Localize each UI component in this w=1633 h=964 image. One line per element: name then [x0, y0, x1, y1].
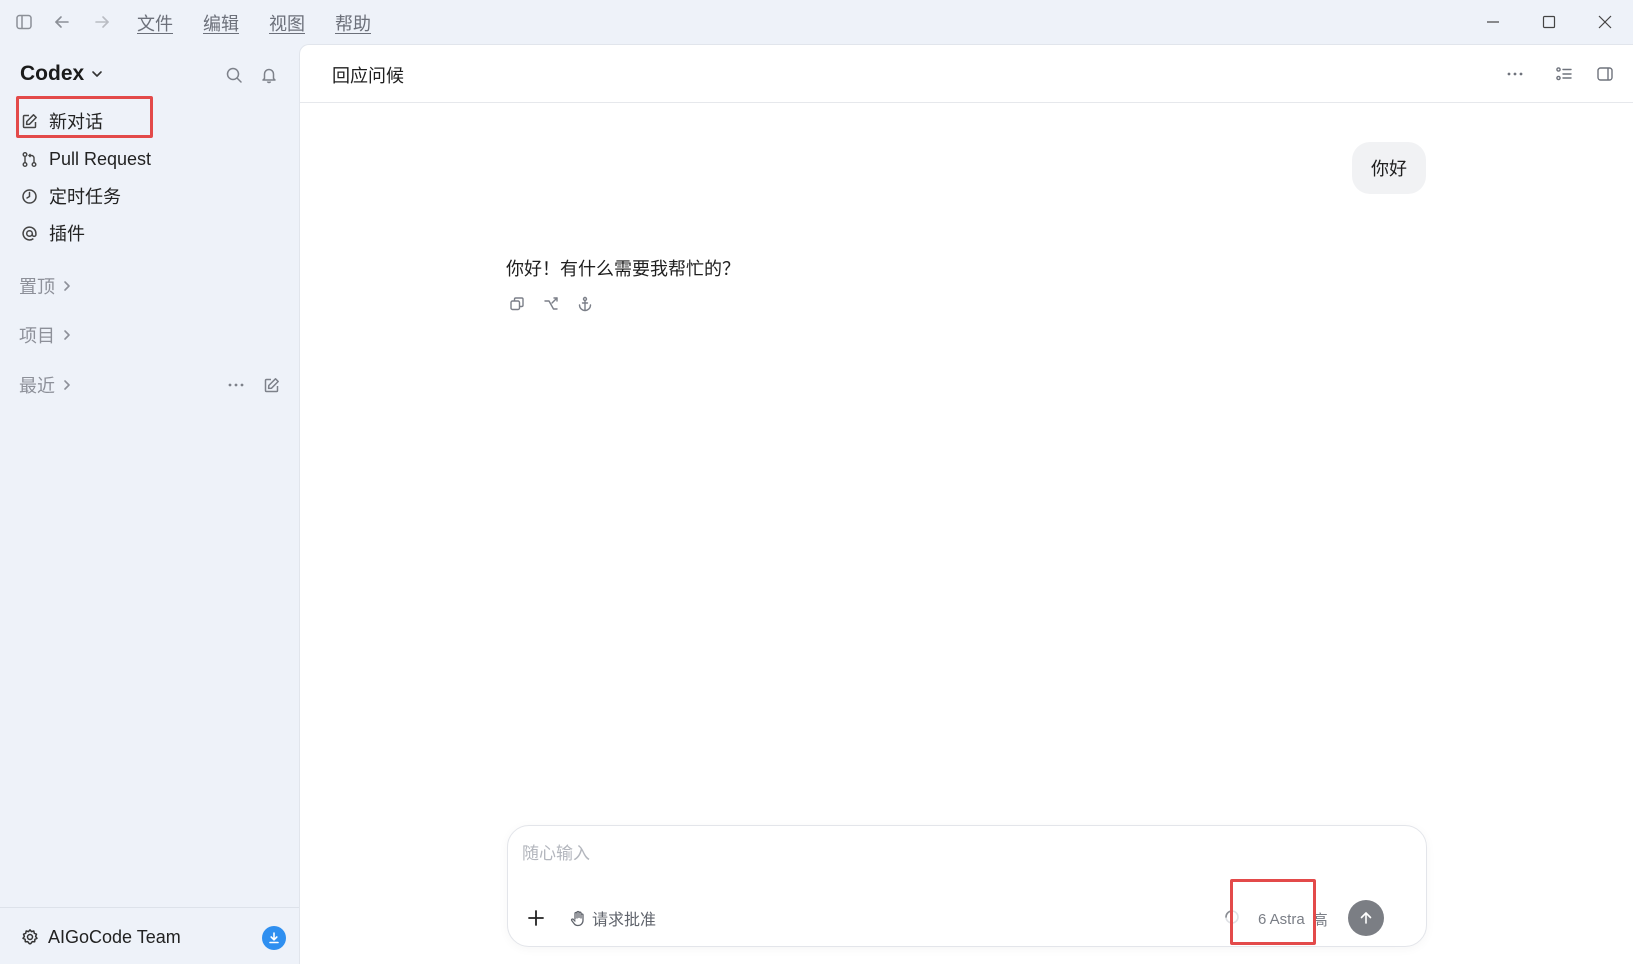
- task-list-icon[interactable]: [1552, 62, 1576, 86]
- menu-help[interactable]: 帮助: [335, 10, 371, 36]
- section-projects[interactable]: 项目: [19, 322, 73, 348]
- nav-label: Pull Request: [49, 148, 152, 169]
- more-horizontal-icon[interactable]: [225, 375, 247, 395]
- fork-share-icon[interactable]: [540, 293, 562, 315]
- copy-icon[interactable]: [506, 293, 528, 315]
- nav-scheduled-tasks[interactable]: 定时任务: [20, 183, 121, 209]
- close-button[interactable]: [1590, 8, 1620, 36]
- reasoning-level-label: 高: [1312, 912, 1328, 929]
- forward-arrow-icon[interactable]: [90, 10, 114, 34]
- model-selector[interactable]: 6 Astra 高: [1258, 909, 1328, 930]
- menu-bar: 文件 编辑 视图 帮助: [137, 10, 401, 36]
- menu-view[interactable]: 视图: [269, 10, 305, 36]
- section-label: 项目: [19, 326, 55, 346]
- message-input[interactable]: [522, 844, 1402, 864]
- chevron-down-icon: [90, 67, 104, 81]
- main-pane: 回应问候 你好 你好！有什么需要我帮忙的？ 请求批准: [299, 44, 1633, 964]
- section-label: 最近: [19, 376, 55, 396]
- settings-icon[interactable]: [20, 927, 40, 947]
- nav-plugins[interactable]: 插件: [20, 220, 85, 246]
- send-button[interactable]: [1348, 900, 1384, 936]
- section-pinned[interactable]: 置顶: [19, 273, 73, 299]
- nav-label: 定时任务: [49, 187, 121, 207]
- anchor-icon[interactable]: [574, 293, 596, 315]
- title-bar: 文件 编辑 视图 帮助: [0, 0, 1633, 44]
- chat-header: 回应问候: [300, 45, 1633, 103]
- hand-icon: [570, 910, 586, 927]
- loading-spinner-icon: [1224, 909, 1242, 927]
- user-message-bubble: 你好: [1352, 142, 1426, 194]
- menu-edit[interactable]: 编辑: [203, 10, 239, 36]
- download-update-icon[interactable]: [262, 926, 286, 950]
- section-recent[interactable]: 最近: [19, 372, 73, 398]
- side-panel-icon[interactable]: [1593, 62, 1617, 86]
- menu-file[interactable]: 文件: [137, 10, 173, 36]
- more-horizontal-icon[interactable]: [1503, 62, 1527, 86]
- nav-label: 新对话: [49, 112, 103, 132]
- approval-label: 请求批准: [592, 912, 657, 929]
- clock-icon: [20, 187, 38, 205]
- sidebar: Codex 新对话 Pull Request 定时任务 插件 置顶 项目 最近 …: [0, 44, 299, 964]
- team-name[interactable]: AIGoCode Team: [48, 927, 181, 948]
- plus-icon[interactable]: [524, 906, 548, 930]
- section-label: 置顶: [19, 277, 55, 297]
- message-composer: 请求批准 6 Astra 高: [507, 825, 1427, 947]
- search-icon[interactable]: [223, 64, 245, 86]
- chevron-right-icon: [61, 328, 73, 342]
- user-message-text: 你好: [1371, 159, 1407, 179]
- edit-icon: [20, 112, 38, 130]
- model-label: 6 Astra: [1258, 911, 1305, 928]
- sidebar-footer: AIGoCode Team: [0, 907, 299, 964]
- back-arrow-icon[interactable]: [50, 10, 74, 34]
- nav-label: 插件: [49, 224, 85, 244]
- compose-icon[interactable]: [260, 374, 282, 396]
- nav-new-chat[interactable]: 新对话: [20, 108, 103, 134]
- at-sign-icon: [20, 224, 38, 242]
- approval-mode-button[interactable]: 请求批准: [570, 906, 656, 930]
- nav-pull-request[interactable]: Pull Request: [20, 146, 151, 172]
- git-pull-request-icon: [20, 150, 38, 168]
- chat-title[interactable]: 回应问候: [332, 62, 404, 88]
- bell-icon[interactable]: [258, 64, 280, 86]
- maximize-button[interactable]: [1534, 8, 1564, 36]
- chevron-right-icon: [61, 279, 73, 293]
- workspace-switcher[interactable]: Codex: [20, 62, 104, 86]
- chevron-right-icon: [61, 378, 73, 392]
- assistant-message-text: 你好！有什么需要我帮忙的？: [506, 259, 740, 279]
- brand-name: Codex: [20, 62, 85, 85]
- sidebar-toggle-icon[interactable]: [12, 10, 36, 34]
- minimize-button[interactable]: [1478, 8, 1508, 36]
